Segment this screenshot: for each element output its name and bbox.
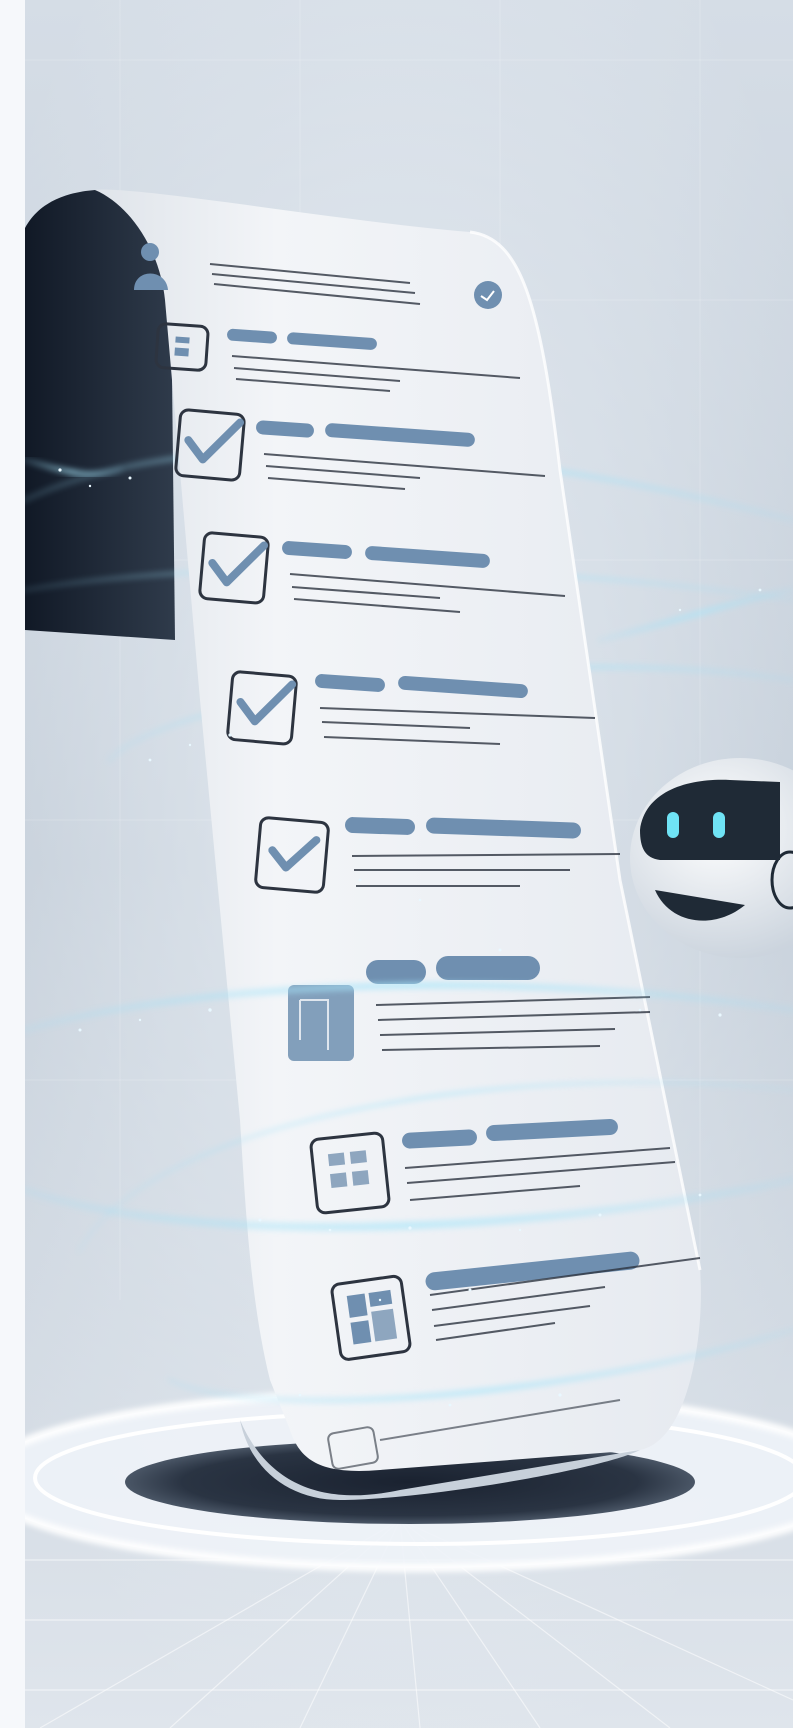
robot-eye-right: [713, 812, 725, 838]
avatar-badge-icon: [474, 281, 502, 309]
folder-icon: [288, 985, 354, 1061]
scene: [0, 0, 793, 1728]
left-margin-strip: [0, 0, 25, 1728]
robot-eye-left: [667, 812, 679, 838]
illustration: [0, 0, 793, 1728]
